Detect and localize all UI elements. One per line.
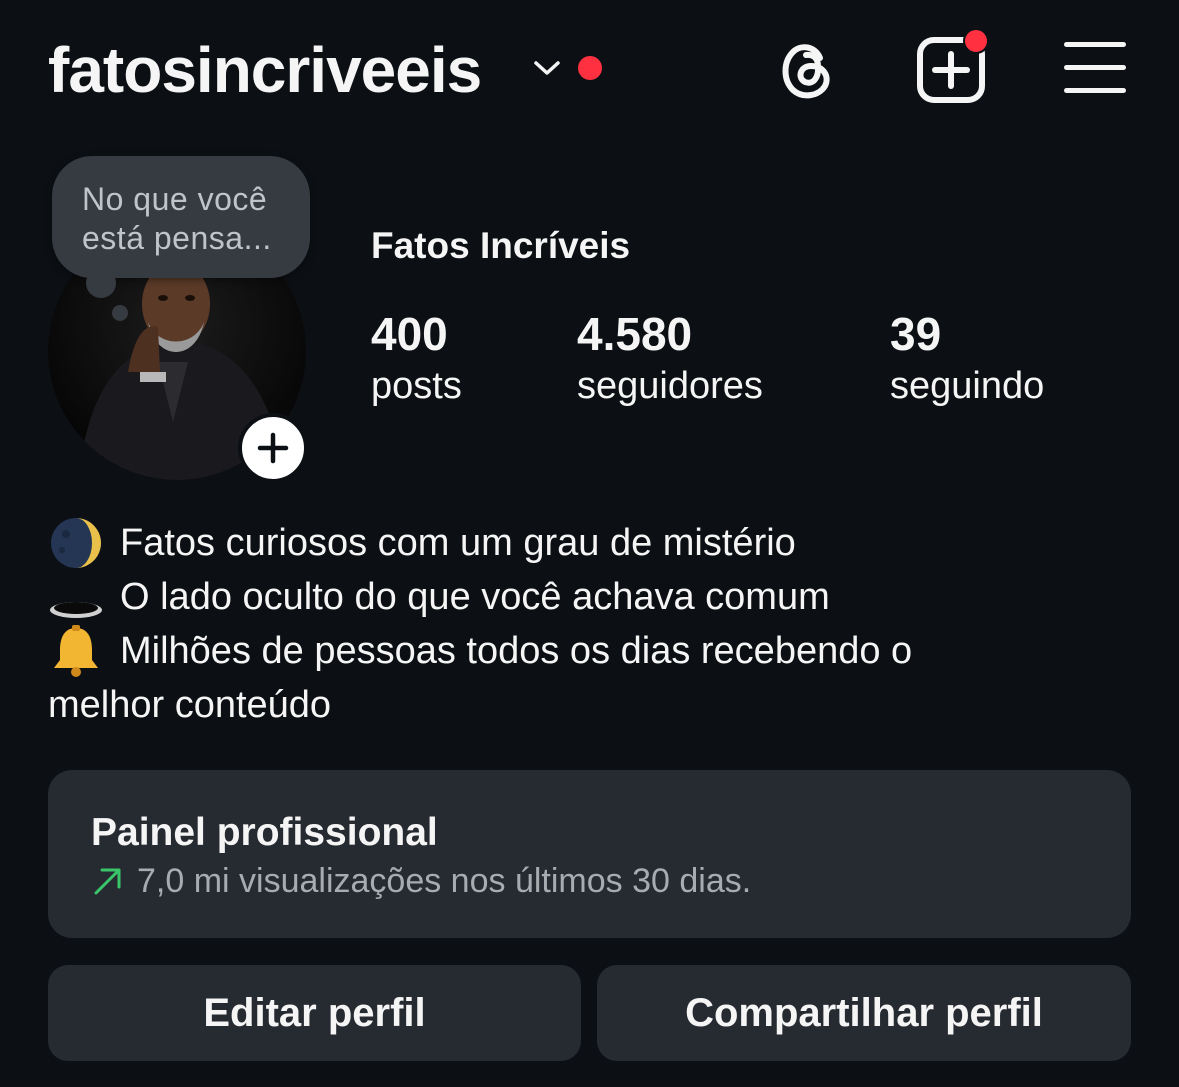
bio-text: Fatos curiosos com um grau de mistério bbox=[120, 522, 796, 564]
stat-posts[interactable]: 400 posts bbox=[371, 306, 462, 410]
bio-text: O lado oculto do que você achava comum bbox=[120, 576, 830, 618]
stat-label: posts bbox=[371, 365, 462, 407]
note-text: No que você está pensa... bbox=[82, 181, 272, 256]
bio-line: Milhões de pessoas todos os dias receben… bbox=[48, 624, 1148, 678]
note-tail bbox=[86, 268, 116, 298]
profile-username[interactable]: fatosincriveeis bbox=[48, 28, 482, 112]
note-bubble[interactable]: No que você está pensa... bbox=[52, 156, 310, 278]
panel-subtitle-text: 7,0 mi visualizações nos últimos 30 dias… bbox=[137, 862, 752, 900]
stat-followers[interactable]: 4.580 seguidores bbox=[577, 306, 763, 410]
edit-profile-button[interactable]: Editar perfil bbox=[48, 965, 581, 1061]
stat-label: seguindo bbox=[890, 365, 1045, 407]
bio-line: Fatos curiosos com um grau de mistério bbox=[48, 516, 1148, 570]
menu-icon[interactable] bbox=[1064, 42, 1126, 94]
plus-icon bbox=[257, 432, 289, 464]
notification-dot bbox=[578, 56, 602, 80]
panel-subtitle: 7,0 mi visualizações nos últimos 30 dias… bbox=[91, 860, 751, 902]
note-tail-small bbox=[112, 305, 128, 321]
add-story-button[interactable] bbox=[238, 413, 308, 483]
panel-title: Painel profissional bbox=[91, 811, 438, 854]
share-profile-button[interactable]: Compartilhar perfil bbox=[597, 965, 1131, 1061]
threads-icon[interactable] bbox=[773, 36, 839, 102]
bio-text: Milhões de pessoas todos os dias receben… bbox=[120, 630, 913, 672]
stat-following[interactable]: 39 seguindo bbox=[890, 306, 1044, 410]
stat-value: 39 bbox=[890, 308, 942, 360]
professional-dashboard[interactable]: Painel profissional 7,0 mi visualizações… bbox=[48, 770, 1131, 938]
bell-icon bbox=[54, 625, 98, 677]
create-post-icon[interactable] bbox=[914, 26, 994, 106]
chevron-down-icon[interactable] bbox=[532, 57, 562, 79]
stat-value: 400 bbox=[371, 308, 448, 360]
bio-line: O lado oculto do que você achava comum bbox=[48, 570, 1148, 624]
stat-value: 4.580 bbox=[577, 308, 693, 360]
display-name: Fatos Incríveis bbox=[371, 225, 631, 266]
trend-up-icon bbox=[94, 868, 121, 895]
bio: Fatos curiosos com um grau de mistério O… bbox=[48, 516, 1148, 732]
hole-icon bbox=[50, 602, 102, 618]
stat-label: seguidores bbox=[577, 365, 763, 407]
bio-text: melhor conteúdo bbox=[48, 684, 332, 726]
bio-line: melhor conteúdo bbox=[48, 678, 1148, 732]
moon-icon bbox=[51, 518, 101, 568]
